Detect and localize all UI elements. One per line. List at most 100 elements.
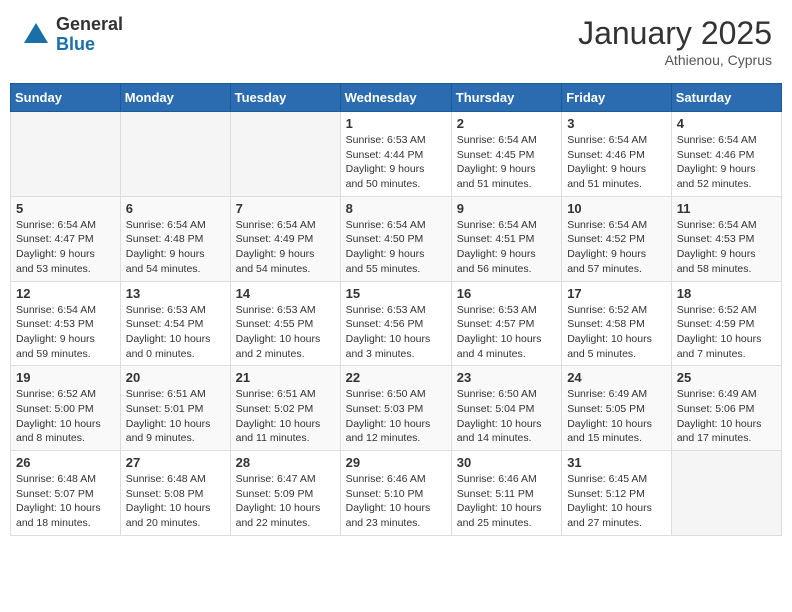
day-info: Sunrise: 6:48 AM Sunset: 5:08 PM Dayligh… xyxy=(126,472,225,531)
calendar-cell: 22 Sunrise: 6:50 AM Sunset: 5:03 PM Dayli… xyxy=(340,366,451,451)
day-info: Sunrise: 6:53 AM Sunset: 4:57 PM Dayligh… xyxy=(457,303,556,362)
day-info: Sunrise: 6:53 AM Sunset: 4:55 PM Dayligh… xyxy=(236,303,335,362)
day-number: 8 xyxy=(346,201,446,216)
day-number: 1 xyxy=(346,116,446,131)
day-info: Sunrise: 6:51 AM Sunset: 5:01 PM Dayligh… xyxy=(126,387,225,446)
calendar-cell: 29 Sunrise: 6:46 AM Sunset: 5:10 PM Dayli… xyxy=(340,451,451,536)
calendar-cell: 18Sunrise: 6:52 AM Sunset: 4:59 PM Dayli… xyxy=(671,281,781,366)
day-number: 17 xyxy=(567,286,666,301)
day-number: 29 xyxy=(346,455,446,470)
day-number: 15 xyxy=(346,286,446,301)
calendar-cell xyxy=(230,112,340,197)
logo-blue-text: Blue xyxy=(56,35,123,55)
day-number: 27 xyxy=(126,455,225,470)
calendar-cell: 12 Sunrise: 6:54 AM Sunset: 4:53 PM Dayli… xyxy=(11,281,121,366)
day-number: 4 xyxy=(677,116,776,131)
day-info: Sunrise: 6:49 AM Sunset: 5:05 PM Dayligh… xyxy=(567,387,666,446)
col-header-wednesday: Wednesday xyxy=(340,84,451,112)
day-number: 22 xyxy=(346,370,446,385)
day-number: 7 xyxy=(236,201,335,216)
calendar-cell: 7 Sunrise: 6:54 AM Sunset: 4:49 PM Daylig… xyxy=(230,196,340,281)
day-number: 30 xyxy=(457,455,556,470)
day-info: Sunrise: 6:53 AM Sunset: 4:56 PM Dayligh… xyxy=(346,303,446,362)
day-info: Sunrise: 6:49 AM Sunset: 5:06 PM Dayligh… xyxy=(677,387,776,446)
day-number: 21 xyxy=(236,370,335,385)
calendar-cell: 25 Sunrise: 6:49 AM Sunset: 5:06 PM Dayli… xyxy=(671,366,781,451)
day-info: Sunrise: 6:54 AM Sunset: 4:51 PM Dayligh… xyxy=(457,218,556,277)
calendar-cell: 28Sunrise: 6:47 AM Sunset: 5:09 PM Dayli… xyxy=(230,451,340,536)
day-info: Sunrise: 6:53 AM Sunset: 4:44 PM Dayligh… xyxy=(346,133,446,192)
calendar-table: SundayMondayTuesdayWednesdayThursdayFrid… xyxy=(10,83,782,536)
col-header-tuesday: Tuesday xyxy=(230,84,340,112)
month-title: January 2025 xyxy=(578,15,772,52)
calendar-cell xyxy=(11,112,121,197)
day-info: Sunrise: 6:54 AM Sunset: 4:52 PM Dayligh… xyxy=(567,218,666,277)
calendar-cell: 30 Sunrise: 6:46 AM Sunset: 5:11 PM Dayli… xyxy=(451,451,561,536)
day-number: 13 xyxy=(126,286,225,301)
day-info: Sunrise: 6:54 AM Sunset: 4:48 PM Dayligh… xyxy=(126,218,225,277)
day-info: Sunrise: 6:48 AM Sunset: 5:07 PM Dayligh… xyxy=(16,472,115,531)
day-info: Sunrise: 6:54 AM Sunset: 4:46 PM Dayligh… xyxy=(677,133,776,192)
day-info: Sunrise: 6:45 AM Sunset: 5:12 PM Dayligh… xyxy=(567,472,666,531)
calendar-week-row: 12 Sunrise: 6:54 AM Sunset: 4:53 PM Dayli… xyxy=(11,281,782,366)
day-info: Sunrise: 6:50 AM Sunset: 5:03 PM Dayligh… xyxy=(346,387,446,446)
calendar-cell: 17 Sunrise: 6:52 AM Sunset: 4:58 PM Dayli… xyxy=(562,281,672,366)
calendar-cell: 27 Sunrise: 6:48 AM Sunset: 5:08 PM Dayli… xyxy=(120,451,230,536)
calendar-cell: 23 Sunrise: 6:50 AM Sunset: 5:04 PM Dayli… xyxy=(451,366,561,451)
day-number: 24 xyxy=(567,370,666,385)
calendar-cell: 9Sunrise: 6:54 AM Sunset: 4:51 PM Daylig… xyxy=(451,196,561,281)
day-number: 23 xyxy=(457,370,556,385)
day-info: Sunrise: 6:52 AM Sunset: 4:58 PM Dayligh… xyxy=(567,303,666,362)
calendar-cell: 21 Sunrise: 6:51 AM Sunset: 5:02 PM Dayli… xyxy=(230,366,340,451)
calendar-header-row: SundayMondayTuesdayWednesdayThursdayFrid… xyxy=(11,84,782,112)
calendar-cell: 6Sunrise: 6:54 AM Sunset: 4:48 PM Daylig… xyxy=(120,196,230,281)
col-header-sunday: Sunday xyxy=(11,84,121,112)
day-number: 5 xyxy=(16,201,115,216)
calendar-cell: 15 Sunrise: 6:53 AM Sunset: 4:56 PM Dayli… xyxy=(340,281,451,366)
day-info: Sunrise: 6:51 AM Sunset: 5:02 PM Dayligh… xyxy=(236,387,335,446)
calendar-week-row: 1 Sunrise: 6:53 AM Sunset: 4:44 PM Daylig… xyxy=(11,112,782,197)
day-number: 31 xyxy=(567,455,666,470)
calendar-cell: 14Sunrise: 6:53 AM Sunset: 4:55 PM Dayli… xyxy=(230,281,340,366)
calendar-cell: 10 Sunrise: 6:54 AM Sunset: 4:52 PM Dayli… xyxy=(562,196,672,281)
day-number: 20 xyxy=(126,370,225,385)
day-info: Sunrise: 6:52 AM Sunset: 5:00 PM Dayligh… xyxy=(16,387,115,446)
day-number: 11 xyxy=(677,201,776,216)
calendar-cell: 8 Sunrise: 6:54 AM Sunset: 4:50 PM Daylig… xyxy=(340,196,451,281)
calendar-cell: 5 Sunrise: 6:54 AM Sunset: 4:47 PM Daylig… xyxy=(11,196,121,281)
calendar-cell: 2 Sunrise: 6:54 AM Sunset: 4:45 PM Daylig… xyxy=(451,112,561,197)
day-info: Sunrise: 6:50 AM Sunset: 5:04 PM Dayligh… xyxy=(457,387,556,446)
calendar-cell xyxy=(120,112,230,197)
day-info: Sunrise: 6:54 AM Sunset: 4:49 PM Dayligh… xyxy=(236,218,335,277)
day-number: 2 xyxy=(457,116,556,131)
calendar-cell: 20 Sunrise: 6:51 AM Sunset: 5:01 PM Dayli… xyxy=(120,366,230,451)
day-number: 19 xyxy=(16,370,115,385)
day-number: 25 xyxy=(677,370,776,385)
day-number: 18 xyxy=(677,286,776,301)
day-info: Sunrise: 6:47 AM Sunset: 5:09 PM Dayligh… xyxy=(236,472,335,531)
col-header-monday: Monday xyxy=(120,84,230,112)
calendar-cell: 16Sunrise: 6:53 AM Sunset: 4:57 PM Dayli… xyxy=(451,281,561,366)
day-info: Sunrise: 6:53 AM Sunset: 4:54 PM Dayligh… xyxy=(126,303,225,362)
day-info: Sunrise: 6:46 AM Sunset: 5:11 PM Dayligh… xyxy=(457,472,556,531)
calendar-cell: 13 Sunrise: 6:53 AM Sunset: 4:54 PM Dayli… xyxy=(120,281,230,366)
calendar-cell: 4 Sunrise: 6:54 AM Sunset: 4:46 PM Daylig… xyxy=(671,112,781,197)
day-number: 10 xyxy=(567,201,666,216)
calendar-week-row: 19 Sunrise: 6:52 AM Sunset: 5:00 PM Dayli… xyxy=(11,366,782,451)
day-info: Sunrise: 6:54 AM Sunset: 4:46 PM Dayligh… xyxy=(567,133,666,192)
day-number: 3 xyxy=(567,116,666,131)
day-info: Sunrise: 6:54 AM Sunset: 4:45 PM Dayligh… xyxy=(457,133,556,192)
day-info: Sunrise: 6:54 AM Sunset: 4:47 PM Dayligh… xyxy=(16,218,115,277)
day-info: Sunrise: 6:46 AM Sunset: 5:10 PM Dayligh… xyxy=(346,472,446,531)
calendar-cell: 19 Sunrise: 6:52 AM Sunset: 5:00 PM Dayli… xyxy=(11,366,121,451)
location: Athienou, Cyprus xyxy=(578,52,772,68)
col-header-thursday: Thursday xyxy=(451,84,561,112)
logo-icon xyxy=(20,19,52,51)
calendar-cell: 24 Sunrise: 6:49 AM Sunset: 5:05 PM Dayli… xyxy=(562,366,672,451)
day-info: Sunrise: 6:54 AM Sunset: 4:53 PM Dayligh… xyxy=(16,303,115,362)
page-header: General Blue January 2025 Athienou, Cypr… xyxy=(10,10,782,73)
day-info: Sunrise: 6:54 AM Sunset: 4:50 PM Dayligh… xyxy=(346,218,446,277)
day-info: Sunrise: 6:54 AM Sunset: 4:53 PM Dayligh… xyxy=(677,218,776,277)
calendar-cell: 26Sunrise: 6:48 AM Sunset: 5:07 PM Dayli… xyxy=(11,451,121,536)
day-number: 12 xyxy=(16,286,115,301)
